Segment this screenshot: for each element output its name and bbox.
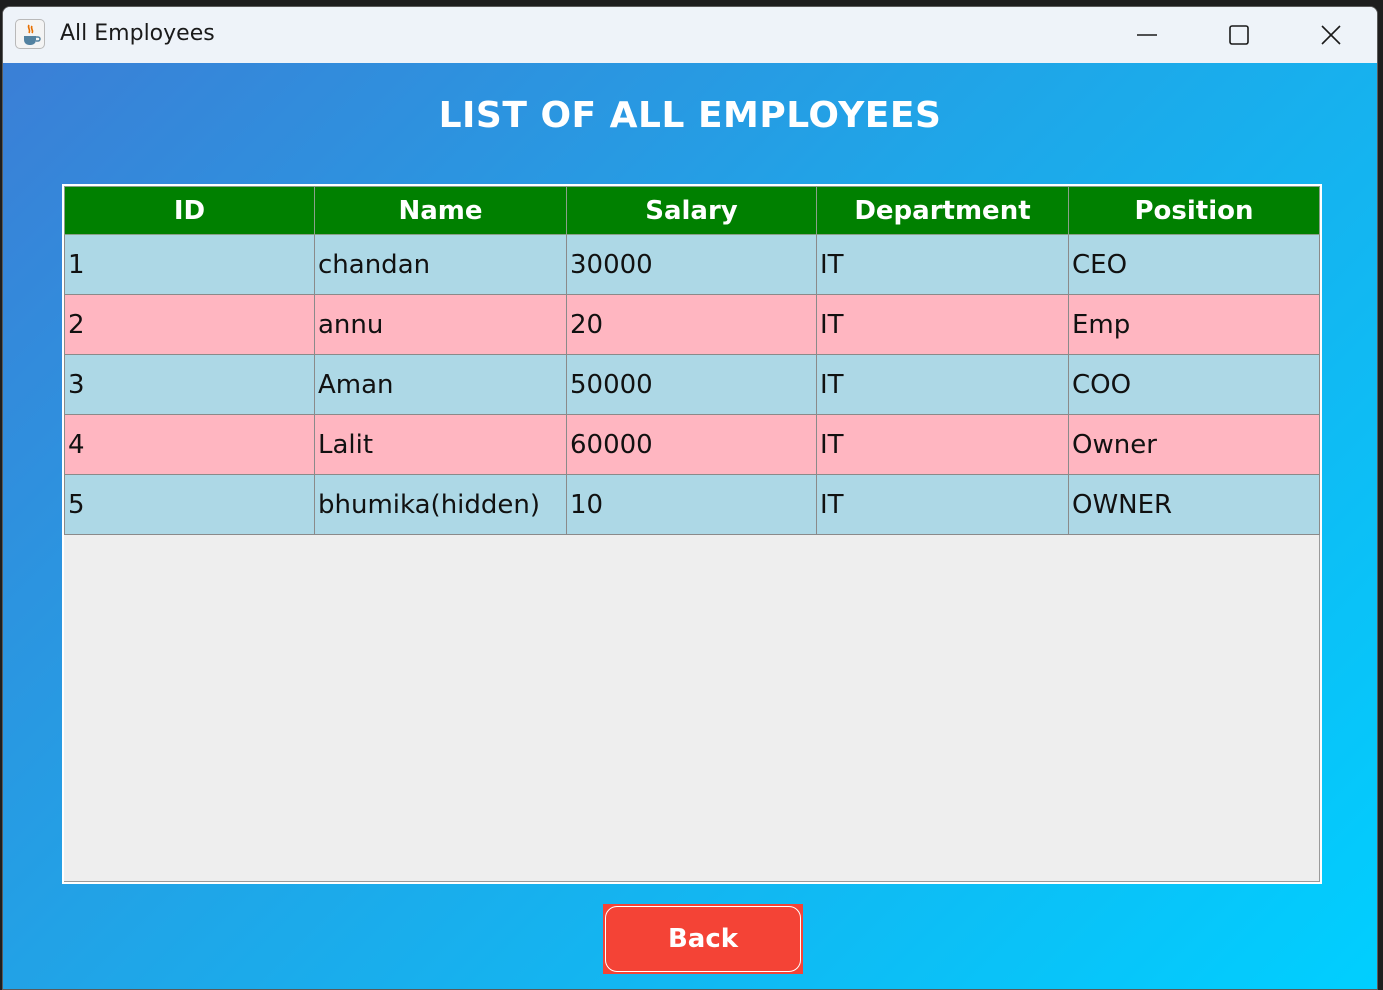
content-area: LIST OF ALL EMPLOYEES ID Name Salary Dep… xyxy=(3,63,1377,989)
back-button[interactable]: Back xyxy=(603,904,803,974)
cell-position[interactable]: COO xyxy=(1068,354,1320,415)
cell-id[interactable]: 2 xyxy=(64,294,315,355)
cell-department[interactable]: IT xyxy=(816,474,1069,535)
employee-table[interactable]: ID Name Salary Department Position 1 cha… xyxy=(64,186,1320,535)
close-icon xyxy=(1321,25,1341,45)
cell-id[interactable]: 3 xyxy=(64,354,315,415)
minimize-button[interactable] xyxy=(1101,7,1193,63)
page-title: LIST OF ALL EMPLOYEES xyxy=(438,95,942,136)
cell-salary[interactable]: 60000 xyxy=(566,414,817,475)
java-cup-icon xyxy=(15,19,45,49)
table-viewport: ID Name Salary Department Position 1 cha… xyxy=(64,186,1320,882)
cell-salary[interactable]: 50000 xyxy=(566,354,817,415)
minimize-icon xyxy=(1137,34,1157,36)
table-row[interactable]: 4 Lalit 60000 IT Owner xyxy=(64,414,1320,475)
app-window: All Employees LIST OF ALL EMPLOYEES ID N… xyxy=(2,6,1378,990)
back-button-label: Back xyxy=(667,924,739,954)
cell-department[interactable]: IT xyxy=(816,414,1069,475)
cell-department[interactable]: IT xyxy=(816,354,1069,415)
employee-table-scrollpane[interactable]: ID Name Salary Department Position 1 cha… xyxy=(62,184,1322,884)
cell-name[interactable]: Lalit xyxy=(314,414,567,475)
cell-salary[interactable]: 30000 xyxy=(566,234,817,295)
cell-name[interactable]: Aman xyxy=(314,354,567,415)
cell-department[interactable]: IT xyxy=(816,234,1069,295)
table-header-row: ID Name Salary Department Position xyxy=(64,186,1320,235)
table-row[interactable]: 2 annu 20 IT Emp xyxy=(64,294,1320,355)
maximize-icon xyxy=(1229,25,1249,45)
cell-name[interactable]: annu xyxy=(314,294,567,355)
cell-position[interactable]: OWNER xyxy=(1068,474,1320,535)
cell-id[interactable]: 5 xyxy=(64,474,315,535)
table-row[interactable]: 3 Aman 50000 IT COO xyxy=(64,354,1320,415)
cell-name[interactable]: bhumika(hidden) xyxy=(314,474,567,535)
table-row[interactable]: 5 bhumika(hidden) 10 IT OWNER xyxy=(64,474,1320,535)
cell-department[interactable]: IT xyxy=(816,294,1069,355)
cell-position[interactable]: CEO xyxy=(1068,234,1320,295)
column-header-position[interactable]: Position xyxy=(1068,186,1320,235)
cell-salary[interactable]: 20 xyxy=(566,294,817,355)
table-row[interactable]: 1 chandan 30000 IT CEO xyxy=(64,234,1320,295)
close-button[interactable] xyxy=(1285,7,1377,63)
window-title: All Employees xyxy=(60,21,215,46)
column-header-id[interactable]: ID xyxy=(64,186,315,235)
title-bar[interactable]: All Employees xyxy=(3,7,1377,63)
cell-position[interactable]: Emp xyxy=(1068,294,1320,355)
column-header-salary[interactable]: Salary xyxy=(566,186,817,235)
column-header-name[interactable]: Name xyxy=(314,186,567,235)
cell-salary[interactable]: 10 xyxy=(566,474,817,535)
cell-id[interactable]: 1 xyxy=(64,234,315,295)
cell-id[interactable]: 4 xyxy=(64,414,315,475)
maximize-button[interactable] xyxy=(1193,7,1285,63)
column-header-department[interactable]: Department xyxy=(816,186,1069,235)
cell-name[interactable]: chandan xyxy=(314,234,567,295)
cell-position[interactable]: Owner xyxy=(1068,414,1320,475)
